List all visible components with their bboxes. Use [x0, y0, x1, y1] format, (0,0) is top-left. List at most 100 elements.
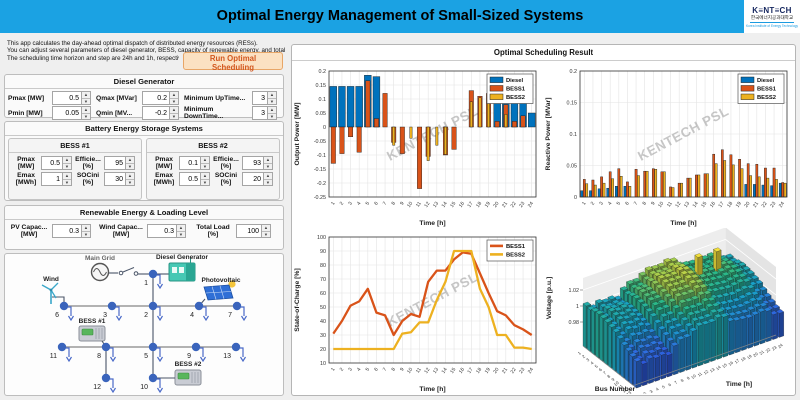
qmin-input[interactable]: [142, 106, 170, 120]
min-downtime-input[interactable]: [252, 106, 268, 120]
pmax-spinner[interactable]: ▲▼: [82, 91, 91, 105]
result-panel-title: Optimal Scheduling Result: [292, 45, 795, 61]
svg-text:9: 9: [187, 353, 191, 360]
run-optimal-scheduling-button[interactable]: Run Optimal Scheduling: [183, 52, 283, 70]
svg-text:50: 50: [320, 305, 326, 311]
svg-text:1: 1: [581, 201, 588, 207]
bess2-pmax-spinner[interactable]: ▲▼: [201, 156, 210, 170]
description-line: The scheduling time horizon and step are…: [7, 55, 179, 62]
svg-text:70: 70: [320, 277, 326, 283]
logo-divider: [750, 22, 794, 23]
svg-text:100: 100: [317, 235, 326, 241]
bess2-eff-spinner[interactable]: ▲▼: [264, 156, 273, 170]
svg-text:2: 2: [144, 312, 148, 319]
pmin-spinner[interactable]: ▲▼: [82, 106, 91, 120]
svg-text:12: 12: [423, 201, 431, 209]
bess1-eff-spinner[interactable]: ▲▼: [126, 156, 135, 170]
qmin-spinner[interactable]: ▲▼: [170, 106, 179, 120]
pv-capacity-input[interactable]: [52, 224, 82, 238]
svg-text:6: 6: [373, 367, 380, 373]
bess2-emax-label: Emax[MWh]: [149, 172, 179, 186]
svg-text:90: 90: [320, 249, 326, 255]
svg-text:8: 8: [390, 201, 397, 207]
bess1-eff-label: Efficie...[%]: [72, 156, 104, 170]
bess2-emax-spinner[interactable]: ▲▼: [201, 172, 210, 186]
svg-text:1: 1: [636, 393, 642, 394]
svg-text:23: 23: [518, 201, 526, 209]
svg-text:2: 2: [339, 201, 346, 207]
svg-text:4: 4: [190, 312, 194, 319]
svg-text:BESS #1: BESS #1: [79, 318, 106, 325]
svg-text:22: 22: [510, 201, 518, 209]
svg-text:13: 13: [683, 201, 691, 209]
svg-text:0.2: 0.2: [319, 69, 327, 75]
renewable-panel-title: Renewable Energy & Loading Level: [5, 206, 283, 220]
bess2-pmax-input[interactable]: [179, 156, 201, 170]
total-load-spinner[interactable]: ▲▼: [262, 224, 271, 238]
svg-text:2: 2: [339, 367, 346, 373]
pmin-input[interactable]: [52, 106, 82, 120]
qmax-input[interactable]: [142, 91, 170, 105]
svg-text:15: 15: [700, 201, 708, 209]
pmax-input[interactable]: [52, 91, 82, 105]
network-diagram-panel: Main GridDiesel GeneratorWindPhotovoltai…: [4, 253, 284, 396]
bess1-emax-input[interactable]: [41, 172, 63, 186]
bess2-eff-input[interactable]: [242, 156, 264, 170]
total-load-label: Total Load[%]: [188, 224, 234, 238]
legend: DieselBESS1BESS2: [738, 74, 784, 104]
total-load-input[interactable]: [236, 224, 262, 238]
svg-text:4: 4: [356, 367, 363, 373]
svg-text:5: 5: [365, 367, 372, 373]
bess1-pmax-input[interactable]: [41, 156, 63, 170]
svg-text:14: 14: [441, 367, 449, 375]
bess2-socini-spinner[interactable]: ▲▼: [264, 172, 273, 186]
bess-panel: Battery Energy Storage Systems BESS #1 P…: [4, 121, 284, 201]
svg-text:5: 5: [661, 384, 667, 390]
diesel-generator-panel: Diesel Generator Pmax [MW] ▲▼ Qmax [MVar…: [4, 74, 284, 118]
svg-text:BESS2: BESS2: [506, 253, 525, 259]
pv-capacity-spinner[interactable]: ▲▼: [82, 224, 91, 238]
svg-text:7: 7: [382, 367, 389, 373]
qmax-spinner[interactable]: ▲▼: [170, 91, 179, 105]
bess1-socini-spinner[interactable]: ▲▼: [126, 172, 135, 186]
min-uptime-spinner[interactable]: ▲▼: [268, 91, 277, 105]
svg-text:Photovoltaic: Photovoltaic: [201, 277, 240, 284]
bess1-socini-label: SOCini[%]: [72, 172, 104, 186]
svg-text:BESS1: BESS1: [757, 87, 777, 93]
bess2-eff-label: Efficie...[%]: [210, 156, 242, 170]
svg-text:12: 12: [93, 384, 101, 391]
svg-text:20: 20: [320, 347, 326, 353]
bess1-eff-input[interactable]: [104, 156, 126, 170]
svg-text:24: 24: [778, 201, 786, 209]
svg-text:40: 40: [320, 319, 326, 325]
svg-text:19: 19: [484, 367, 492, 375]
svg-text:0.98: 0.98: [569, 320, 580, 326]
svg-text:0.15: 0.15: [316, 83, 327, 89]
svg-text:15: 15: [449, 201, 457, 209]
svg-text:-0.25: -0.25: [314, 195, 326, 201]
svg-text:3: 3: [347, 201, 354, 207]
svg-text:17: 17: [717, 201, 725, 209]
svg-text:60: 60: [320, 291, 326, 297]
voltage-3d-chart: 0.9811.021234567891011121312345678910111…: [543, 228, 794, 394]
bess2-socini-input[interactable]: [242, 172, 264, 186]
logo-korean-name: 한국에너지공과대학교: [751, 15, 793, 21]
bess1-emax-spinner[interactable]: ▲▼: [63, 172, 72, 186]
svg-text:19: 19: [735, 201, 743, 209]
svg-text:1: 1: [576, 304, 579, 310]
min-downtime-spinner[interactable]: ▲▼: [268, 106, 277, 120]
svg-text:9: 9: [399, 367, 406, 373]
svg-text:12: 12: [674, 201, 682, 209]
bess2-emax-input[interactable]: [179, 172, 201, 186]
svg-text:-0.1: -0.1: [317, 153, 326, 159]
wind-capacity-input[interactable]: [147, 224, 177, 238]
bess1-pmax-spinner[interactable]: ▲▼: [63, 156, 72, 170]
min-uptime-input[interactable]: [252, 91, 268, 105]
bess2-pmax-label: Pmax[MW]: [149, 156, 179, 170]
svg-text:8: 8: [641, 201, 648, 207]
bess1-socini-input[interactable]: [104, 172, 126, 186]
wind-capacity-spinner[interactable]: ▲▼: [177, 224, 186, 238]
svg-text:24: 24: [527, 367, 535, 375]
svg-text:10: 10: [140, 384, 148, 391]
svg-text:16: 16: [709, 201, 717, 209]
